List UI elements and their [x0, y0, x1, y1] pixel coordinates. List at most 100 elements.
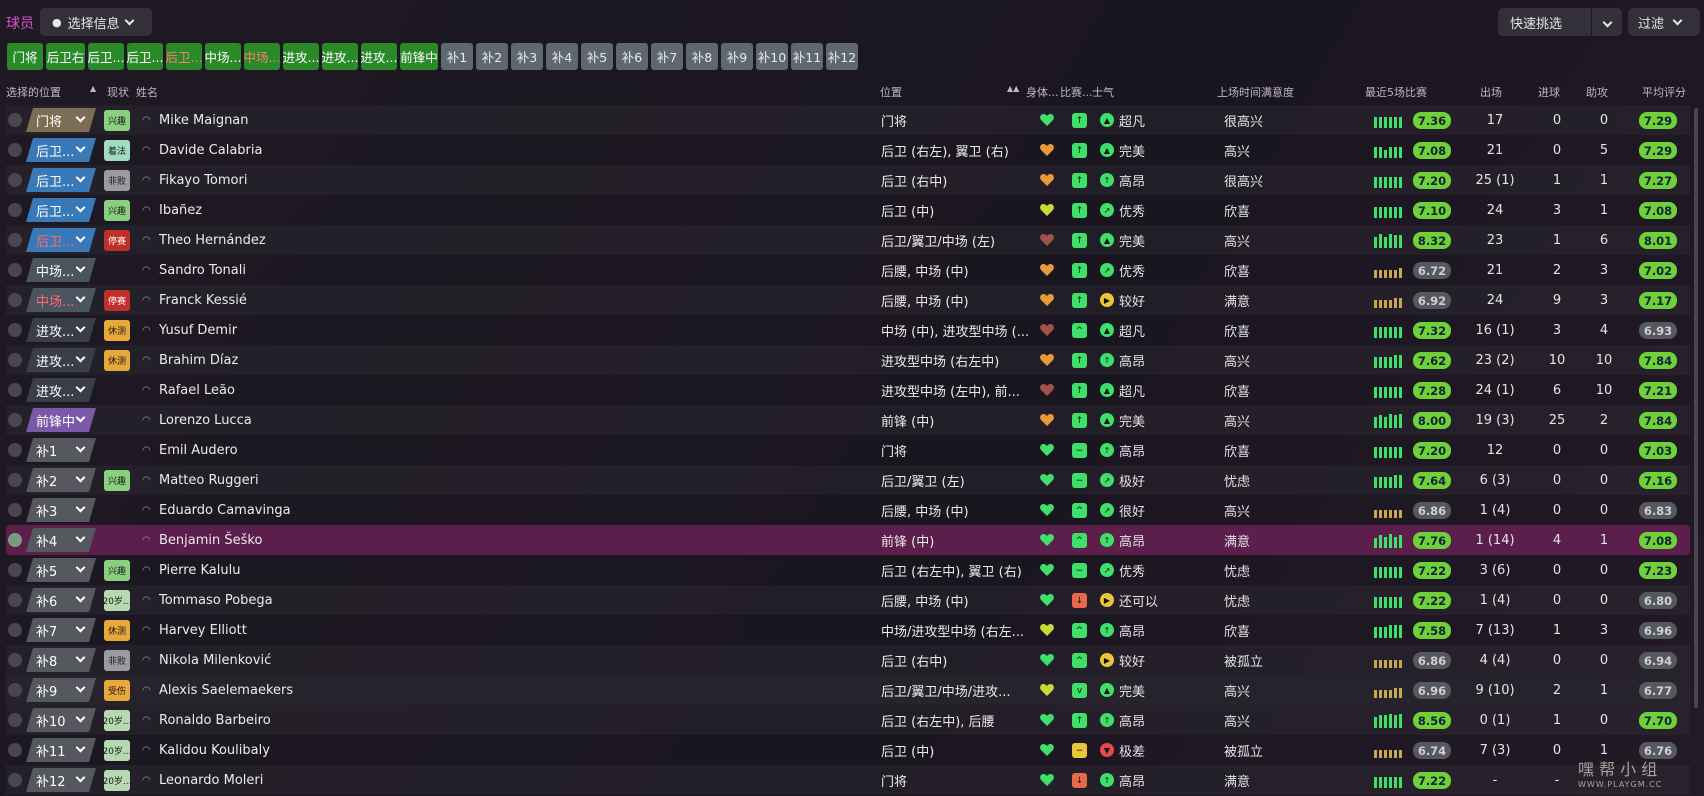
position-tab[interactable]: 后卫右	[46, 43, 85, 70]
row-checkbox[interactable]	[8, 443, 22, 457]
position-select[interactable]: 补5	[26, 558, 96, 582]
position-select[interactable]: 中场...	[26, 288, 96, 312]
status-badge[interactable]: 着法	[104, 140, 130, 161]
status-badge[interactable]: 兴趣	[104, 110, 130, 131]
row-checkbox[interactable]	[8, 353, 22, 367]
player-name[interactable]: Emil Audero	[159, 435, 238, 465]
row-checkbox[interactable]	[8, 713, 22, 727]
player-name[interactable]: Rafael Leão	[159, 375, 235, 405]
row-checkbox[interactable]	[8, 653, 22, 667]
quick-pick-button[interactable]: 快速挑选	[1498, 8, 1622, 36]
col-name[interactable]: 姓名	[136, 84, 158, 100]
row-checkbox[interactable]	[8, 623, 22, 637]
status-badge[interactable]: 20岁...	[102, 770, 132, 791]
col-last5[interactable]: 最近5场比赛	[1365, 84, 1427, 100]
col-apps[interactable]: 出场	[1480, 84, 1502, 100]
player-name[interactable]: Nikola Milenković	[159, 645, 271, 675]
table-row[interactable]: 中场... 停赛 ◠ Franck Kessié 后腰, 中场 (中) ↑ ▶ 较好 满意 6.9…	[6, 285, 1690, 315]
player-name[interactable]: Alexis Saelemaekers	[159, 675, 293, 705]
table-row[interactable]: 补10 20岁... ◠ Ronaldo Barbeiro 后卫 (右左中), 后腰 ↑ ↑…	[6, 705, 1690, 735]
status-badge[interactable]: 休测	[104, 350, 130, 371]
position-select[interactable]: 补2	[26, 468, 96, 492]
row-checkbox[interactable]	[8, 233, 22, 247]
col-select-pos[interactable]: 选择的位置	[6, 84, 61, 100]
position-select[interactable]: 补9	[26, 678, 96, 702]
position-select[interactable]: 前锋中	[26, 408, 96, 432]
row-checkbox[interactable]	[8, 143, 22, 157]
player-name[interactable]: Theo Hernández	[159, 225, 266, 255]
position-select[interactable]: 后卫...	[26, 198, 96, 222]
status-badge[interactable]: 休测	[104, 620, 130, 641]
position-tab[interactable]: 补5	[581, 43, 613, 70]
table-row[interactable]: 后卫... 停赛 ◠ Theo Hernández 后卫/翼卫/中场 (左) ↑ ▲ 完美 高兴…	[6, 225, 1690, 255]
position-tab[interactable]: 补12	[826, 43, 858, 70]
player-name[interactable]: Ibañez	[159, 195, 202, 225]
position-select[interactable]: 进攻...	[26, 348, 96, 372]
table-row[interactable]: 后卫... 非败 ◠ Fikayo Tomori 后卫 (右中) ↑ ↑ 高昂 很高兴 7.20 2…	[6, 165, 1690, 195]
player-name[interactable]: Pierre Kalulu	[159, 555, 240, 585]
position-tab[interactable]: 中场...	[244, 43, 280, 70]
player-name[interactable]: Leonardo Moleri	[159, 765, 263, 795]
position-select[interactable]: 补3	[26, 498, 96, 522]
quick-pick-dropdown[interactable]	[1592, 15, 1622, 30]
table-row[interactable]: 补6 20岁... ◠ Tommaso Pobega 后腰, 中场 (中) ↓ ▶ 还可以 忧虑…	[6, 585, 1690, 615]
position-tab[interactable]: 补3	[511, 43, 543, 70]
player-name[interactable]: Brahim Díaz	[159, 345, 238, 375]
position-tab[interactable]: 进攻...	[322, 43, 358, 70]
col-assists[interactable]: 助攻	[1586, 84, 1608, 100]
table-row[interactable]: 门将 兴趣 ◠ Mike Maignan 门将 ↑ ▲ 超凡 很高兴 7.36 17 0 0 7.29	[6, 105, 1690, 135]
col-status[interactable]: 现状	[107, 84, 129, 100]
position-tab[interactable]: 补11	[791, 43, 823, 70]
col-position[interactable]: 位置	[880, 84, 902, 100]
row-checkbox[interactable]	[8, 293, 22, 307]
col-goals[interactable]: 进球	[1538, 84, 1560, 100]
player-name[interactable]: Tommaso Pobega	[159, 585, 273, 615]
position-select[interactable]: 中场...	[26, 258, 96, 282]
select-info-button[interactable]: ● 选择信息	[40, 8, 152, 36]
position-select[interactable]: 补6	[26, 588, 96, 612]
row-checkbox[interactable]	[8, 473, 22, 487]
col-match[interactable]: 比赛...	[1060, 84, 1093, 100]
table-row[interactable]: 补2 兴趣 ◠ Matteo Ruggeri 后卫/翼卫 (左) − ↗ 极好 忧虑 7.64 6 …	[6, 465, 1690, 495]
position-select[interactable]: 补4	[26, 528, 96, 552]
table-row[interactable]: 补7 休测 ◠ Harvey Elliott 中场/进攻型中场 (右左... ^ ↑ 高昂 欣喜…	[6, 615, 1690, 645]
position-select[interactable]: 进攻...	[26, 378, 96, 402]
status-badge[interactable]: 停赛	[104, 290, 130, 311]
player-name[interactable]: Lorenzo Lucca	[159, 405, 252, 435]
position-select[interactable]: 补12	[26, 768, 96, 792]
position-select[interactable]: 进攻...	[26, 318, 96, 342]
status-badge[interactable]: 兴趣	[104, 200, 130, 221]
row-checkbox[interactable]	[8, 323, 22, 337]
position-select[interactable]: 补8	[26, 648, 96, 672]
table-row[interactable]: 补9 受伤 ◠ Alexis Saelemaekers 后卫/翼卫/中场/进攻... v ▲…	[6, 675, 1690, 705]
position-select[interactable]: 补11	[26, 738, 96, 762]
col-avg[interactable]: 平均评分	[1642, 84, 1686, 100]
player-name[interactable]: Fikayo Tomori	[159, 165, 247, 195]
position-tab[interactable]: 补10	[756, 43, 788, 70]
row-checkbox[interactable]	[8, 533, 22, 547]
row-checkbox[interactable]	[8, 773, 22, 787]
scrollbar[interactable]	[1694, 108, 1698, 708]
status-badge[interactable]: 休测	[104, 320, 130, 341]
table-row[interactable]: 补3 ◠ Eduardo Camavinga 后腰, 中场 (中) ^ ↗ 很好 高兴 6.86…	[6, 495, 1690, 525]
table-row[interactable]: 补12 20岁... ◠ Leonardo Moleri 门将 ↓ ↑ 高昂 满意 7.22 - -	[6, 765, 1690, 795]
position-select[interactable]: 后卫...	[26, 138, 96, 162]
status-badge[interactable]: 受伤	[104, 680, 130, 701]
player-name[interactable]: Yusuf Demir	[159, 315, 237, 345]
position-select[interactable]: 补1	[26, 438, 96, 462]
position-tab[interactable]: 补9	[721, 43, 753, 70]
position-select[interactable]: 后卫...	[26, 168, 96, 192]
table-row[interactable]: 补5 兴趣 ◠ Pierre Kalulu 后卫 (右左中), 翼卫 (右) − ↗ 优秀 忧虑…	[6, 555, 1690, 585]
player-name[interactable]: Eduardo Camavinga	[159, 495, 291, 525]
player-name[interactable]: Sandro Tonali	[159, 255, 246, 285]
position-tab[interactable]: 补1	[441, 43, 473, 70]
player-name[interactable]: Benjamin Šeško	[159, 525, 262, 555]
table-row[interactable]: 补11 20岁... ◠ Kalidou Koulibaly 后卫 (中) − ▼ 极差 被孤立…	[6, 735, 1690, 765]
player-name[interactable]: Franck Kessié	[159, 285, 247, 315]
position-select[interactable]: 补7	[26, 618, 96, 642]
row-checkbox[interactable]	[8, 593, 22, 607]
table-row[interactable]: 补8 非败 ◠ Nikola Milenković 后卫 (右中) ^ ▶ 较好 被孤立 6.86…	[6, 645, 1690, 675]
filter-button[interactable]: 过滤	[1628, 8, 1700, 36]
status-badge[interactable]: 停赛	[104, 230, 130, 251]
row-checkbox[interactable]	[8, 383, 22, 397]
